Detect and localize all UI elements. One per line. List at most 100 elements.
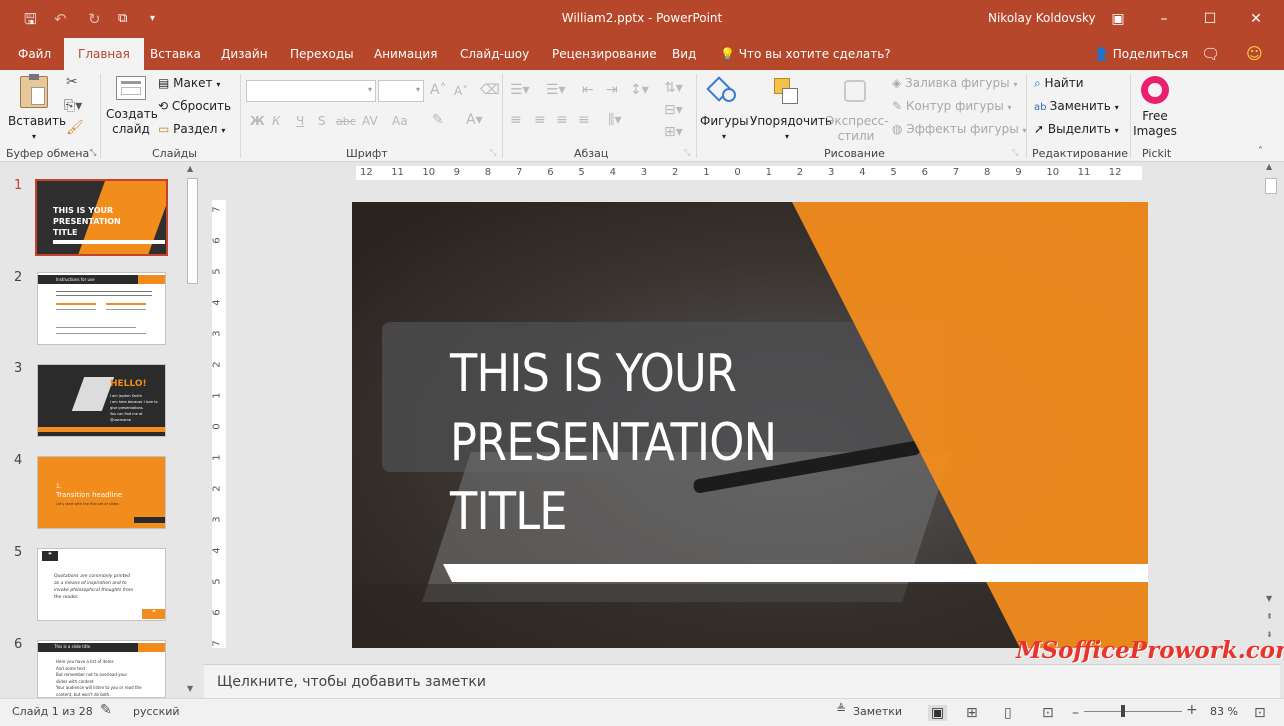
highlight-icon[interactable]: ✎ <box>432 112 444 128</box>
char-spacing-button[interactable]: AV <box>362 114 378 128</box>
shape-fill-button[interactable]: ◈ Заливка фигуры ▾ <box>892 76 1017 90</box>
editor-scrollbar[interactable]: ▲ ▼ ⇞ ⇟ <box>1263 162 1279 662</box>
font-shrink-icon[interactable]: A˅ <box>454 84 468 98</box>
tab-file[interactable]: Файл <box>18 38 51 70</box>
new-slide-button[interactable]: Создать слайд <box>106 76 158 137</box>
shapes-button[interactable]: Фигуры ▾ <box>700 76 749 144</box>
slide-thumbnail-2[interactable]: Instructions for use <box>37 272 166 345</box>
zoom-slider[interactable] <box>1084 711 1182 712</box>
close-icon[interactable]: ✕ <box>1236 6 1276 32</box>
paste-button[interactable]: Вставить ▾ <box>8 74 66 144</box>
numbering-icon[interactable]: ☰▾ <box>546 82 566 98</box>
tab-design[interactable]: Дизайн <box>221 38 268 70</box>
font-grow-icon[interactable]: A˄ <box>430 82 447 98</box>
scroll-up-icon[interactable]: ▲ <box>1266 162 1272 171</box>
align-right-icon[interactable]: ≡ <box>556 112 568 128</box>
normal-view-icon[interactable]: ▣ <box>928 705 948 721</box>
arrange-button[interactable]: Упорядочить ▾ <box>750 76 832 144</box>
section-button[interactable]: ▭ Раздел ▾ <box>158 122 225 136</box>
fit-to-window-icon[interactable]: ⊡ <box>1254 705 1266 721</box>
format-painter-icon[interactable]: 🖌 <box>66 120 84 136</box>
smiley-icon[interactable]: ☺ <box>1246 38 1263 70</box>
justify-icon[interactable]: ≡ <box>578 112 590 128</box>
zoom-in-icon[interactable]: + <box>1186 702 1198 718</box>
minimize-icon[interactable]: – <box>1144 6 1184 32</box>
smartart-icon[interactable]: ⊞▾ <box>664 124 683 140</box>
notes-pane[interactable]: Щелкните, чтобы добавить заметки MSoffic… <box>204 637 1284 698</box>
select-button[interactable]: ➚ Выделить ▾ <box>1034 122 1119 136</box>
align-text-icon[interactable]: ⊟▾ <box>664 102 683 118</box>
bold-button[interactable]: Ж <box>250 114 265 128</box>
notes-placeholder[interactable]: Щелкните, чтобы добавить заметки <box>217 674 486 690</box>
slide-thumbnail-6[interactable]: This is a slide title Here you have a li… <box>37 640 166 698</box>
slide-sorter-icon[interactable]: ⊞ <box>966 705 978 721</box>
align-center-icon[interactable]: ≡ <box>534 112 546 128</box>
slideshow-view-icon[interactable]: ⊡ <box>1042 705 1054 721</box>
slide-canvas[interactable]: THIS IS YOUR PRESENTATION TITLE <box>352 202 1148 648</box>
tab-transitions[interactable]: Переходы <box>290 38 354 70</box>
collapse-ribbon-icon[interactable]: ˄ <box>1258 146 1263 157</box>
clipboard-launcher-icon[interactable]: ⤡ <box>90 148 96 158</box>
slide-counter[interactable]: Слайд 1 из 28 <box>12 705 93 718</box>
italic-button[interactable]: К <box>272 114 281 128</box>
slide-thumbnail-3[interactable]: HELLO! I am Jayden Smith I am here becau… <box>37 364 166 437</box>
columns-icon[interactable]: ⫼▾ <box>608 112 621 128</box>
scroll-down-icon[interactable]: ▼ <box>187 684 193 693</box>
reading-view-icon[interactable]: ▯ <box>1004 705 1012 721</box>
slide-title[interactable]: THIS IS YOUR PRESENTATION TITLE <box>450 340 777 547</box>
zoom-level[interactable]: 83 % <box>1210 705 1238 718</box>
paragraph-launcher-icon[interactable]: ⤡ <box>684 148 690 158</box>
user-name[interactable]: Nikolay Koldovsky <box>988 11 1096 25</box>
language-indicator[interactable]: русский <box>133 705 180 718</box>
notes-icon[interactable]: ≜ <box>836 702 846 716</box>
line-spacing-icon[interactable]: ↕▾ <box>630 82 649 98</box>
zoom-out-icon[interactable]: – <box>1072 705 1079 721</box>
tab-home[interactable]: Главная <box>64 38 144 70</box>
shape-effects-button[interactable]: ◍ Эффекты фигуры ▾ <box>892 122 1027 136</box>
spellcheck-icon[interactable]: ✎ <box>100 702 112 718</box>
find-button[interactable]: ⌕ Найти <box>1034 76 1084 91</box>
underline-button[interactable]: Ч <box>296 114 304 128</box>
layout-button[interactable]: ▤ Макет ▾ <box>158 76 220 90</box>
tell-me-box[interactable]: 💡 Что вы хотите сделать? <box>720 38 891 70</box>
font-size-combo[interactable]: ▾ <box>378 80 424 102</box>
tab-slideshow[interactable]: Слайд-шоу <box>460 38 529 70</box>
maximize-icon[interactable]: ☐ <box>1190 6 1230 32</box>
shape-outline-button[interactable]: ✎ Контур фигуры ▾ <box>892 99 1012 113</box>
drawing-launcher-icon[interactable]: ⤡ <box>1012 148 1018 158</box>
previous-slide-icon[interactable]: ⇞ <box>1266 612 1273 621</box>
change-case-button[interactable]: Aa <box>392 114 408 128</box>
tab-animation[interactable]: Анимация <box>374 38 437 70</box>
strikethrough-button[interactable]: abc <box>336 115 356 128</box>
font-name-combo[interactable]: ▾ <box>246 80 376 102</box>
free-images-button[interactable]: Free Images <box>1132 76 1178 139</box>
scroll-thumb[interactable] <box>187 178 198 284</box>
font-color-icon[interactable]: A▾ <box>466 112 483 128</box>
replace-button[interactable]: ab Заменить ▾ <box>1034 99 1119 113</box>
share-button[interactable]: 👤 Поделиться <box>1094 38 1188 70</box>
tab-insert[interactable]: Вставка <box>150 38 201 70</box>
bullets-icon[interactable]: ☰▾ <box>510 82 530 98</box>
slide-thumbnail-4[interactable]: 1. Transition headline Let's start with … <box>37 456 166 529</box>
slide-thumbnail-1[interactable]: THIS IS YOUR PRESENTATION TITLE <box>35 179 168 256</box>
reset-button[interactable]: ⟲ Сбросить <box>158 99 231 113</box>
text-direction-icon[interactable]: ⇅▾ <box>664 80 683 96</box>
shadow-button[interactable]: S <box>318 114 326 128</box>
font-launcher-icon[interactable]: ⤡ <box>490 148 496 158</box>
notes-toggle[interactable]: Заметки <box>853 705 902 718</box>
ribbon-display-icon[interactable]: ▣ <box>1098 6 1138 32</box>
scroll-thumb[interactable] <box>1265 178 1277 194</box>
scroll-down-icon[interactable]: ▼ <box>1266 594 1272 603</box>
clear-format-icon[interactable]: ⌫ <box>480 82 500 98</box>
quick-styles-button[interactable]: Экспресс- стили <box>826 76 889 144</box>
decrease-indent-icon[interactable]: ⇤ <box>582 82 594 98</box>
tab-review[interactable]: Рецензирование <box>552 38 657 70</box>
zoom-slider-thumb[interactable] <box>1121 705 1125 717</box>
comments-icon[interactable]: 🗨 <box>1201 38 1220 70</box>
cut-icon[interactable]: ✂ <box>66 74 78 90</box>
increase-indent-icon[interactable]: ⇥ <box>606 82 618 98</box>
copy-icon[interactable]: ⎘▾ <box>64 98 82 114</box>
thumbnails-scrollbar[interactable]: ▲ ▼ <box>185 164 201 698</box>
slide-thumbnail-5[interactable]: ❝ ❞ Quotations are commonly printed as a… <box>37 548 166 621</box>
align-left-icon[interactable]: ≡ <box>510 112 522 128</box>
